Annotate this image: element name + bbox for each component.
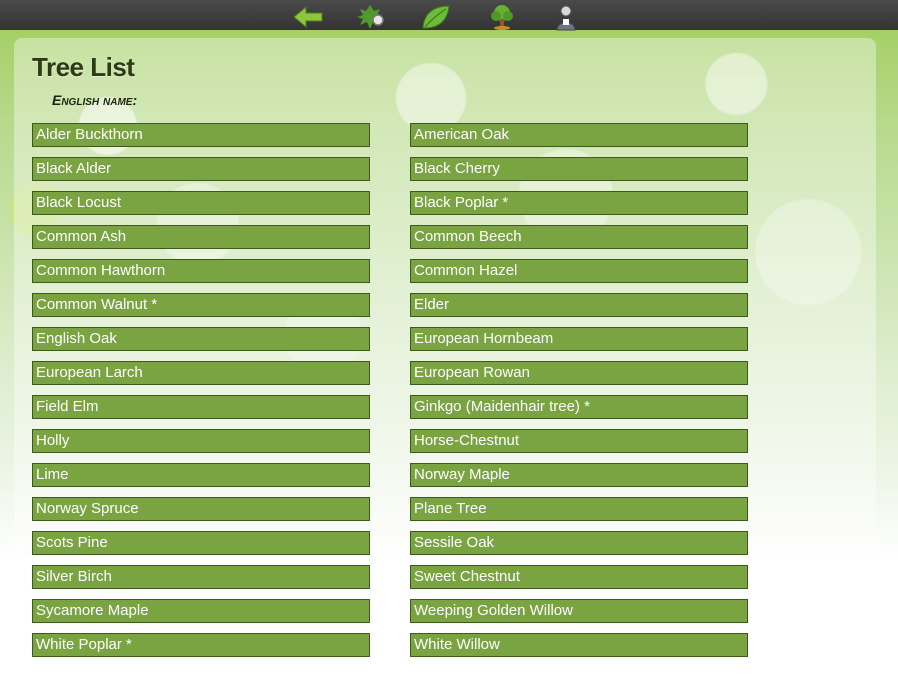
tree-list-item[interactable]: Field Elm — [32, 395, 370, 419]
tree-list-item[interactable]: Black Alder — [32, 157, 370, 181]
top-nav-bar — [0, 0, 898, 31]
tree-list-item[interactable]: Norway Spruce — [32, 497, 370, 521]
tree-list-item[interactable]: Common Beech — [410, 225, 748, 249]
tree-list-item[interactable]: Holly — [32, 429, 370, 453]
tree-list-item[interactable]: Silver Birch — [32, 565, 370, 589]
back-arrow-icon[interactable] — [292, 3, 324, 31]
tree-list-item[interactable]: Plane Tree — [410, 497, 748, 521]
tree-list-item[interactable]: Scots Pine — [32, 531, 370, 555]
tree-list-item[interactable]: Elder — [410, 293, 748, 317]
tree-list-item[interactable]: Sessile Oak — [410, 531, 748, 555]
tree-list-item[interactable]: White Willow — [410, 633, 748, 657]
tree-list-item[interactable]: Alder Buckthorn — [32, 123, 370, 147]
english-name-heading: English name: — [52, 92, 138, 108]
tree-list-item[interactable]: European Larch — [32, 361, 370, 385]
tree-list-item[interactable]: Common Hazel — [410, 259, 748, 283]
tree-list-item[interactable]: Black Cherry — [410, 157, 748, 181]
tree-list: Alder Buckthorn American Oak Black Alder Bl… — [32, 123, 748, 657]
tree-search-icon[interactable] — [356, 3, 388, 31]
tree-list-item[interactable]: Norway Maple — [410, 463, 748, 487]
tree-list-item[interactable]: Weeping Golden Willow — [410, 599, 748, 623]
tree-list-item[interactable]: Ginkgo (Maidenhair tree) * — [410, 395, 748, 419]
tree-list-item[interactable]: English Oak — [32, 327, 370, 351]
tree-list-item[interactable]: Lime — [32, 463, 370, 487]
tree-list-item[interactable]: Common Hawthorn — [32, 259, 370, 283]
user-icon[interactable] — [550, 3, 582, 31]
tree-list-item[interactable]: American Oak — [410, 123, 748, 147]
page-title: Tree List — [32, 52, 135, 82]
tree-list-item[interactable]: European Rowan — [410, 361, 748, 385]
tree-list-item[interactable]: Black Locust — [32, 191, 370, 215]
tree-icon[interactable] — [486, 3, 518, 31]
tree-list-item[interactable]: Common Ash — [32, 225, 370, 249]
tree-list-item[interactable]: Black Poplar * — [410, 191, 748, 215]
tree-list-item[interactable]: Sweet Chestnut — [410, 565, 748, 589]
tree-list-item[interactable]: Horse-Chestnut — [410, 429, 748, 453]
tree-list-item[interactable]: Common Walnut * — [32, 293, 370, 317]
leaf-icon[interactable] — [420, 3, 452, 31]
tree-list-item[interactable]: Sycamore Maple — [32, 599, 370, 623]
tree-list-item[interactable]: White Poplar * — [32, 633, 370, 657]
tree-list-item[interactable]: European Hornbeam — [410, 327, 748, 351]
